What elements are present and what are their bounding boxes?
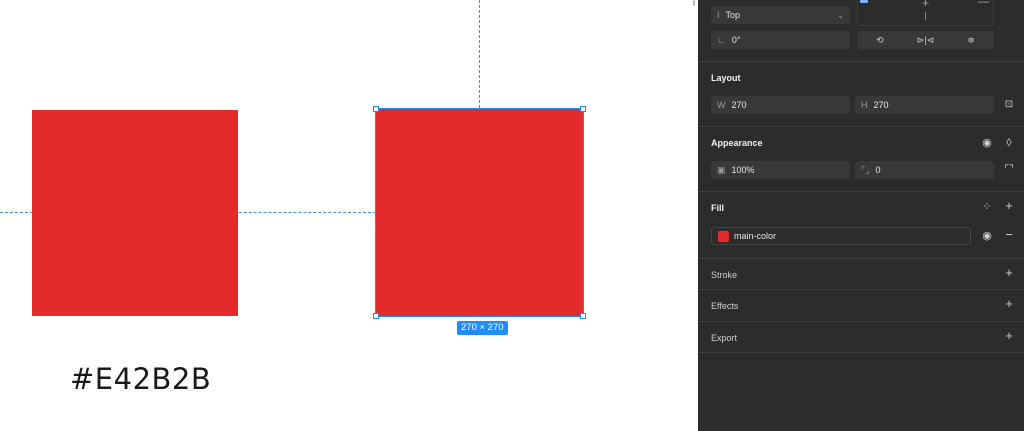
divider: [698, 321, 1024, 322]
vertical-guide: [479, 0, 480, 108]
constraint-widget[interactable]: + —: [857, 0, 994, 26]
fill-section-title: Fill: [711, 203, 724, 213]
vertical-constraint-value: Top: [725, 10, 741, 20]
transform-buttons: ⟲ ⊳|⊲ ≑: [857, 31, 994, 49]
constraint-center-cross-icon[interactable]: +: [922, 0, 929, 10]
left-red-rectangle[interactable]: [32, 110, 238, 316]
divider: [698, 191, 1024, 192]
fill-visibility-eye-icon[interactable]: ◉: [980, 230, 994, 242]
constraint-vertical-line: [925, 12, 926, 20]
corner-radius-icon: ⌜⌟: [861, 164, 870, 175]
divider: [698, 126, 1024, 127]
add-export-icon[interactable]: +: [1002, 329, 1016, 342]
corner-radius-value: 0: [875, 165, 881, 175]
export-section-title: Export: [711, 333, 738, 343]
width-field[interactable]: W 270: [711, 96, 850, 114]
opacity-value: 100%: [731, 165, 755, 175]
fill-style-field[interactable]: main-color: [711, 227, 971, 245]
rotation-value: 0°: [731, 35, 741, 45]
add-effect-icon[interactable]: +: [1002, 297, 1016, 310]
design-canvas[interactable]: 270 × 270 #E42B2B: [0, 0, 698, 431]
width-value: 270: [731, 100, 747, 110]
rotate-icon[interactable]: ⟲: [857, 31, 903, 49]
hex-text-label[interactable]: #E42B2B: [70, 362, 211, 396]
fill-style-name: main-color: [734, 231, 777, 241]
opacity-icon: ▣: [717, 164, 726, 175]
opacity-field[interactable]: ▣ 100%: [711, 161, 850, 179]
drop-icon[interactable]: ◊: [1002, 137, 1016, 149]
appearance-section-title: Appearance: [711, 138, 763, 148]
text-cursor-icon: I: [717, 10, 720, 20]
canvas-scrollbar[interactable]: [693, 0, 695, 6]
remove-fill-icon[interactable]: −: [1002, 228, 1016, 241]
add-fill-icon[interactable]: +: [1002, 199, 1016, 212]
constraint-right-dash-icon[interactable]: —: [978, 0, 989, 8]
vertical-constraint-select[interactable]: I Top ⌄: [711, 6, 850, 24]
resize-handle-top-left[interactable]: [373, 106, 379, 112]
flip-vertical-icon[interactable]: ≑: [948, 31, 994, 49]
divider: [698, 352, 1024, 353]
resize-handle-bottom-right[interactable]: [580, 313, 586, 319]
height-value: 270: [873, 100, 889, 110]
fill-color-swatch[interactable]: [718, 230, 729, 242]
resize-handle-top-right[interactable]: [580, 106, 586, 112]
width-label: W: [717, 100, 726, 110]
eye-icon[interactable]: ◉: [980, 137, 994, 149]
height-label: H: [861, 100, 868, 110]
effects-section-title: Effects: [711, 301, 739, 311]
constraint-top-indicator[interactable]: [860, 0, 868, 3]
divider: [698, 289, 1024, 290]
constrain-proportions-icon[interactable]: ⊡: [1002, 99, 1016, 111]
add-stroke-icon[interactable]: +: [1002, 266, 1016, 279]
individual-corners-icon[interactable]: ⌜⌝: [1002, 164, 1016, 176]
selected-red-rectangle[interactable]: [373, 106, 586, 319]
size-badge: 270 × 270: [457, 321, 508, 335]
divider: [698, 61, 1024, 62]
resize-handle-bottom-left[interactable]: [373, 313, 379, 319]
flip-horizontal-icon[interactable]: ⊳|⊲: [903, 31, 949, 49]
divider: [698, 258, 1024, 259]
chevron-down-icon: ⌄: [837, 10, 844, 20]
styles-grid-icon[interactable]: ⁘: [980, 201, 994, 213]
corner-radius-field[interactable]: ⌜⌟ 0: [855, 161, 994, 179]
stroke-section-title: Stroke: [711, 270, 738, 280]
rotation-field[interactable]: ∟ 0°: [711, 31, 850, 49]
properties-panel: I Top ⌄ ∟ 0° ⟲ ⊳|⊲ ≑ Layout W 270 H 270 …: [698, 0, 1024, 431]
layout-section-title: Layout: [711, 73, 741, 83]
angle-icon: ∟: [717, 35, 726, 45]
height-field[interactable]: H 270: [855, 96, 994, 114]
